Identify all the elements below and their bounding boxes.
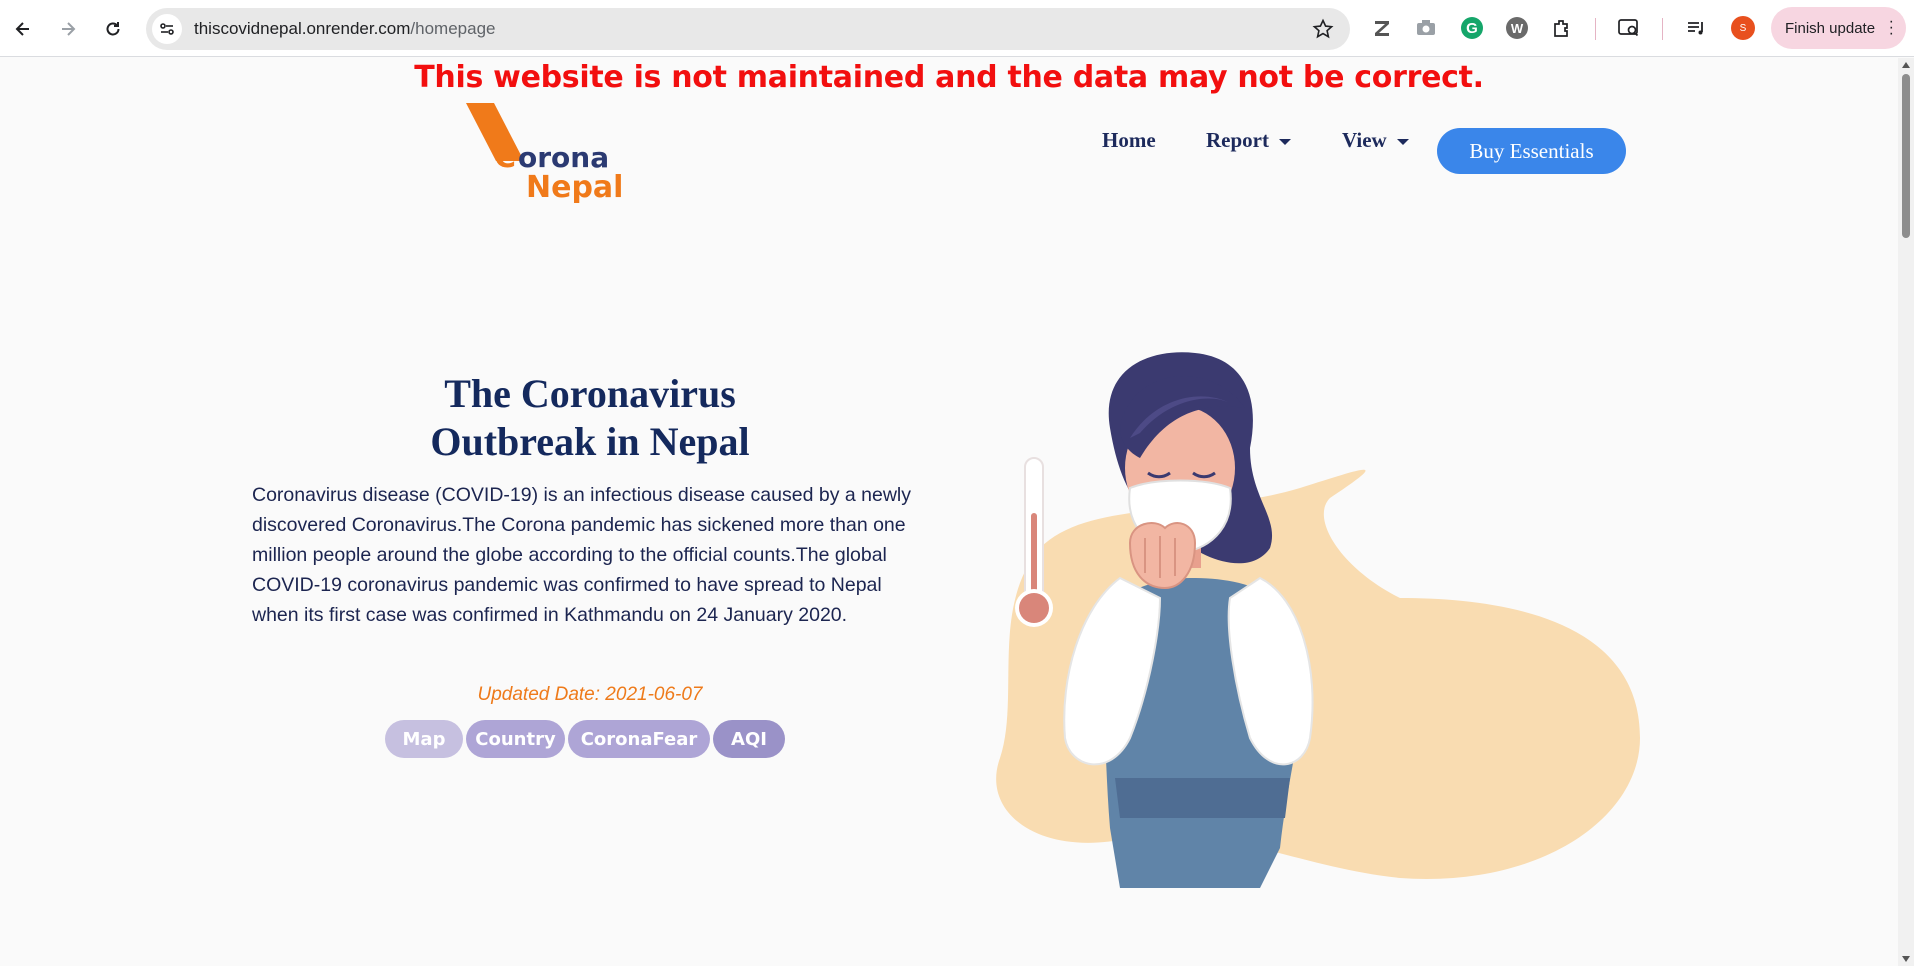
maintenance-warning: This website is not maintained and the d… [414, 60, 1484, 95]
more-menu-icon[interactable]: · · · [1889, 14, 1894, 42]
scroll-up-icon[interactable] [1902, 62, 1910, 68]
logo-c: C [494, 140, 516, 175]
site-info-icon[interactable] [152, 14, 182, 44]
finish-update-label: Finish update [1785, 19, 1876, 37]
wordtune-icon[interactable]: W [1504, 15, 1530, 41]
sick-woman-illustration [996, 352, 1640, 888]
profile-avatar[interactable]: S [1731, 16, 1755, 40]
camera-icon[interactable] [1413, 15, 1439, 41]
pill-aqi[interactable]: AQI [713, 720, 785, 758]
browser-toolbar: thiscovidnepal.onrender.com/homepage G W… [0, 0, 1914, 57]
pill-coronafear[interactable]: CoronaFear [568, 720, 710, 758]
nav-home[interactable]: Home [1102, 128, 1156, 153]
updated-date: Updated Date: 2021-06-07 [477, 684, 703, 705]
extensions-icon[interactable] [1549, 15, 1575, 41]
hero-title-line1: The Coronavirus [444, 371, 736, 416]
address-bar[interactable]: thiscovidnepal.onrender.com/homepage [146, 8, 1350, 50]
hero-title: The Coronavirus Outbreak in Nepal [380, 370, 800, 466]
zotero-icon[interactable] [1369, 15, 1395, 41]
back-arrow-icon[interactable] [5, 11, 41, 47]
toolbar-divider [1662, 18, 1663, 40]
forward-arrow-icon[interactable] [50, 11, 86, 47]
web-page: This website is not maintained and the d… [0, 58, 1898, 966]
pill-map[interactable]: Map [385, 720, 463, 758]
nav-view-label: View [1342, 128, 1387, 152]
pill-country[interactable]: Country [466, 720, 565, 758]
hero-title-line2: Outbreak in Nepal [430, 419, 750, 464]
hero-description: Coronavirus disease (COVID-19) is an inf… [252, 484, 911, 626]
caret-down-icon [1396, 139, 1409, 146]
grammarly-icon[interactable]: G [1459, 15, 1485, 41]
scroll-down-icon[interactable] [1902, 956, 1910, 962]
svg-text:W: W [1511, 21, 1524, 36]
url-text: thiscovidnepal.onrender.com/homepage [194, 19, 496, 38]
reload-icon[interactable] [95, 11, 131, 47]
scroll-thumb[interactable] [1902, 74, 1910, 238]
search-tab-icon[interactable] [1616, 15, 1642, 41]
nav-report[interactable]: Report [1206, 128, 1291, 153]
nav-report-label: Report [1206, 128, 1269, 152]
logo-text-nepal: Nepal [526, 170, 623, 203]
toolbar-divider [1595, 18, 1596, 40]
page-scrollbar[interactable] [1898, 58, 1914, 966]
buy-essentials-button[interactable]: Buy Essentials [1437, 128, 1626, 174]
svg-text:G: G [1466, 20, 1478, 37]
quick-links: Map Country CoronaFear AQI [385, 720, 785, 758]
finish-update-button[interactable]: Finish update · · · [1771, 7, 1906, 49]
nav-view[interactable]: View [1342, 128, 1409, 153]
star-icon[interactable] [1312, 18, 1334, 40]
caret-down-icon [1278, 139, 1291, 146]
reading-list-icon[interactable] [1683, 15, 1709, 41]
corona-nepal-logo[interactable]: C orona Nepal [466, 103, 636, 205]
